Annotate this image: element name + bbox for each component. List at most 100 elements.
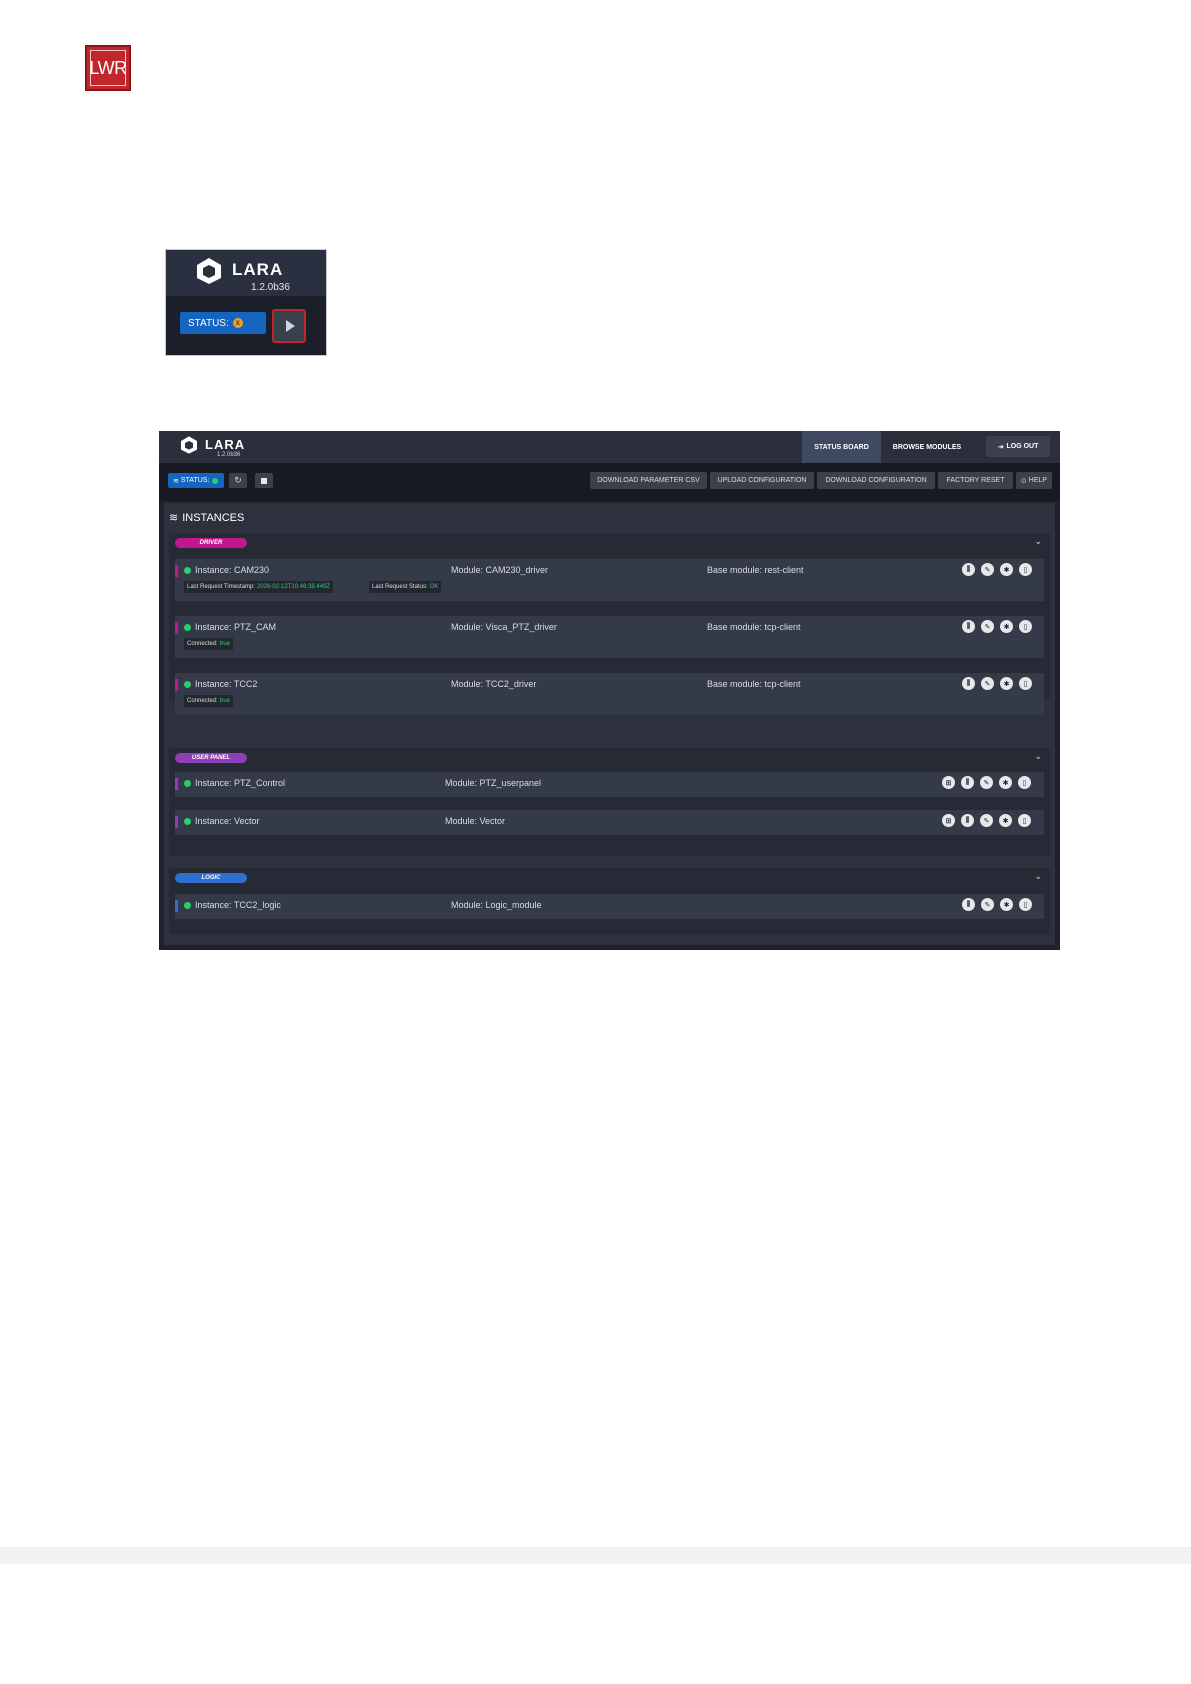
row-accent-bar [175,679,178,691]
instance-row[interactable]: Instance: TCC2_logic Module: Logic_modul… [175,894,1044,919]
row-accent-bar [175,565,178,577]
row-accent-bar [175,900,178,912]
instance-row[interactable]: Instance: TCC2 Module: TCC2_driver Base … [175,673,1044,715]
status-crop-screenshot: LARA 1.2.0b36 STATUS: x [165,249,327,356]
group-user-panel: USER PANEL ⌄ Instance: PTZ_Control Modul… [169,748,1050,856]
status-ok-icon [184,817,191,825]
sliders-icon[interactable]: ⫼ [961,776,974,789]
logout-button[interactable]: ⇥ LOG OUT [986,436,1050,457]
module-name: Module: Logic_module [451,900,542,910]
stack-icon: ≋ [173,477,179,485]
bug-icon[interactable]: ✱ [999,776,1012,789]
panel-view-icon[interactable]: ⊞ [942,814,955,827]
trash-icon[interactable]: ▯ [1019,563,1032,576]
row-actions: ⊞ ⫼ ✎ ✱ ▯ [942,814,1031,827]
group-logic: LOGIC ⌄ Instance: TCC2_logic Module: Log… [169,868,1050,934]
chevron-down-icon[interactable]: ⌄ [1034,871,1042,882]
lwr-logo-frame: LWR [89,50,127,86]
tag-key: Connected: [187,641,218,647]
help-button[interactable]: ⊙ HELP [1016,472,1052,489]
tag-key: Last Request Status: [372,584,428,590]
download-parameter-csv-button[interactable]: DOWNLOAD PARAMETER CSV [590,472,707,489]
base-module-name: Base module: tcp-client [707,622,801,632]
base-module-name: Base module: tcp-client [707,679,801,689]
chevron-down-icon[interactable]: ⌄ [1034,751,1042,762]
lara-logo-icon [197,258,221,284]
status-button[interactable]: ≋ STATUS: [168,473,224,488]
trash-icon[interactable]: ▯ [1018,814,1031,827]
group-label-logic: LOGIC [175,873,247,883]
bug-icon[interactable]: ✱ [1000,563,1013,576]
trash-icon[interactable]: ▯ [1018,776,1031,789]
instance-name: Instance: TCC2 [184,679,257,689]
row-accent-bar [175,816,178,828]
page-footer-band [0,1547,1191,1564]
instances-heading: ≋ INSTANCES [169,511,244,525]
tag-last-request-timestamp: Last Request Timestamp: 2026-02-12T10:46:… [184,581,334,593]
sliders-icon[interactable]: ⫼ [962,563,975,576]
stop-button[interactable] [255,473,273,488]
top-nav-bar: LARA 1.2.0b36 STATUS BOARD BROWSE MODULE… [159,431,1060,463]
play-button[interactable] [272,309,306,343]
tag-connected: Connected: true [184,638,234,650]
sliders-icon[interactable]: ⫼ [962,898,975,911]
tag-value: 2026-02-12T10:46:38.449Z [257,584,331,590]
trash-icon[interactable]: ▯ [1019,898,1032,911]
instance-row[interactable]: Instance: PTZ_CAM Module: Visca_PTZ_driv… [175,616,1044,658]
pencil-icon[interactable]: ✎ [980,776,993,789]
crop-status-button[interactable]: STATUS: x [180,312,266,334]
instance-name: Instance: TCC2_logic [184,900,281,910]
instance-row[interactable]: Instance: CAM230 Module: CAM230_driver B… [175,559,1044,601]
tag-key: Last Request Timestamp: [187,584,256,590]
refresh-button[interactable]: ↻ [229,473,247,488]
instance-name: Instance: PTZ_Control [184,778,285,788]
bug-icon[interactable]: ✱ [1000,677,1013,690]
sliders-icon[interactable]: ⫼ [961,814,974,827]
download-configuration-button[interactable]: DOWNLOAD CONFIGURATION [817,472,935,489]
panel-view-icon[interactable]: ⊞ [942,776,955,789]
nav-status-board[interactable]: STATUS BOARD [802,431,881,463]
logout-icon: ⇥ [997,443,1004,451]
row-actions: ⫼ ✎ ✱ ▯ [962,563,1032,576]
sliders-icon[interactable]: ⫼ [962,677,975,690]
trash-icon[interactable]: ▯ [1019,620,1032,633]
instance-label: Instance: TCC2 [195,679,258,689]
nav-browse-modules[interactable]: BROWSE MODULES [882,431,972,463]
tag-key: Connected: [187,698,218,704]
pencil-icon[interactable]: ✎ [981,898,994,911]
row-actions: ⫼ ✎ ✱ ▯ [962,898,1032,911]
factory-reset-button[interactable]: FACTORY RESET [938,472,1013,489]
status-ok-dot [212,477,219,484]
trash-icon[interactable]: ▯ [1019,677,1032,690]
module-name: Module: Vector [445,816,506,826]
base-module-name: Base module: rest-client [707,565,804,575]
row-actions: ⊞ ⫼ ✎ ✱ ▯ [942,776,1031,789]
instance-row[interactable]: Instance: PTZ_Control Module: PTZ_userpa… [175,772,1044,797]
instance-label: Instance: CAM230 [195,565,270,575]
crop-status-label: STATUS: [188,317,229,329]
bug-icon[interactable]: ✱ [1000,620,1013,633]
sliders-icon[interactable]: ⫼ [962,620,975,633]
tag-value: true [219,698,231,704]
upload-configuration-button[interactable]: UPLOAD CONFIGURATION [710,472,814,489]
chevron-down-icon[interactable]: ⌄ [1034,536,1042,547]
instance-row[interactable]: Instance: Vector Module: Vector ⊞ ⫼ ✎ ✱ … [175,810,1044,835]
pencil-icon[interactable]: ✎ [980,814,993,827]
lwr-logo-text: LWR [89,57,127,78]
group-label-driver: DRIVER [175,538,247,548]
help-icon: ⊙ [1020,477,1027,485]
tag-value: OK [429,584,439,590]
crop-version: 1.2.0b36 [251,282,290,293]
status-label: STATUS: [180,477,210,484]
pencil-icon[interactable]: ✎ [981,620,994,633]
module-name: Module: PTZ_userpanel [445,778,542,788]
bug-icon[interactable]: ✱ [999,814,1012,827]
bug-icon[interactable]: ✱ [1000,898,1013,911]
instance-name: Instance: PTZ_CAM [184,622,276,632]
pencil-icon[interactable]: ✎ [981,677,994,690]
row-actions: ⫼ ✎ ✱ ▯ [962,620,1032,633]
pencil-icon[interactable]: ✎ [981,563,994,576]
app-version: 1.2.0b36 [217,452,241,458]
stop-icon [261,477,267,484]
help-label: HELP [1028,477,1048,484]
